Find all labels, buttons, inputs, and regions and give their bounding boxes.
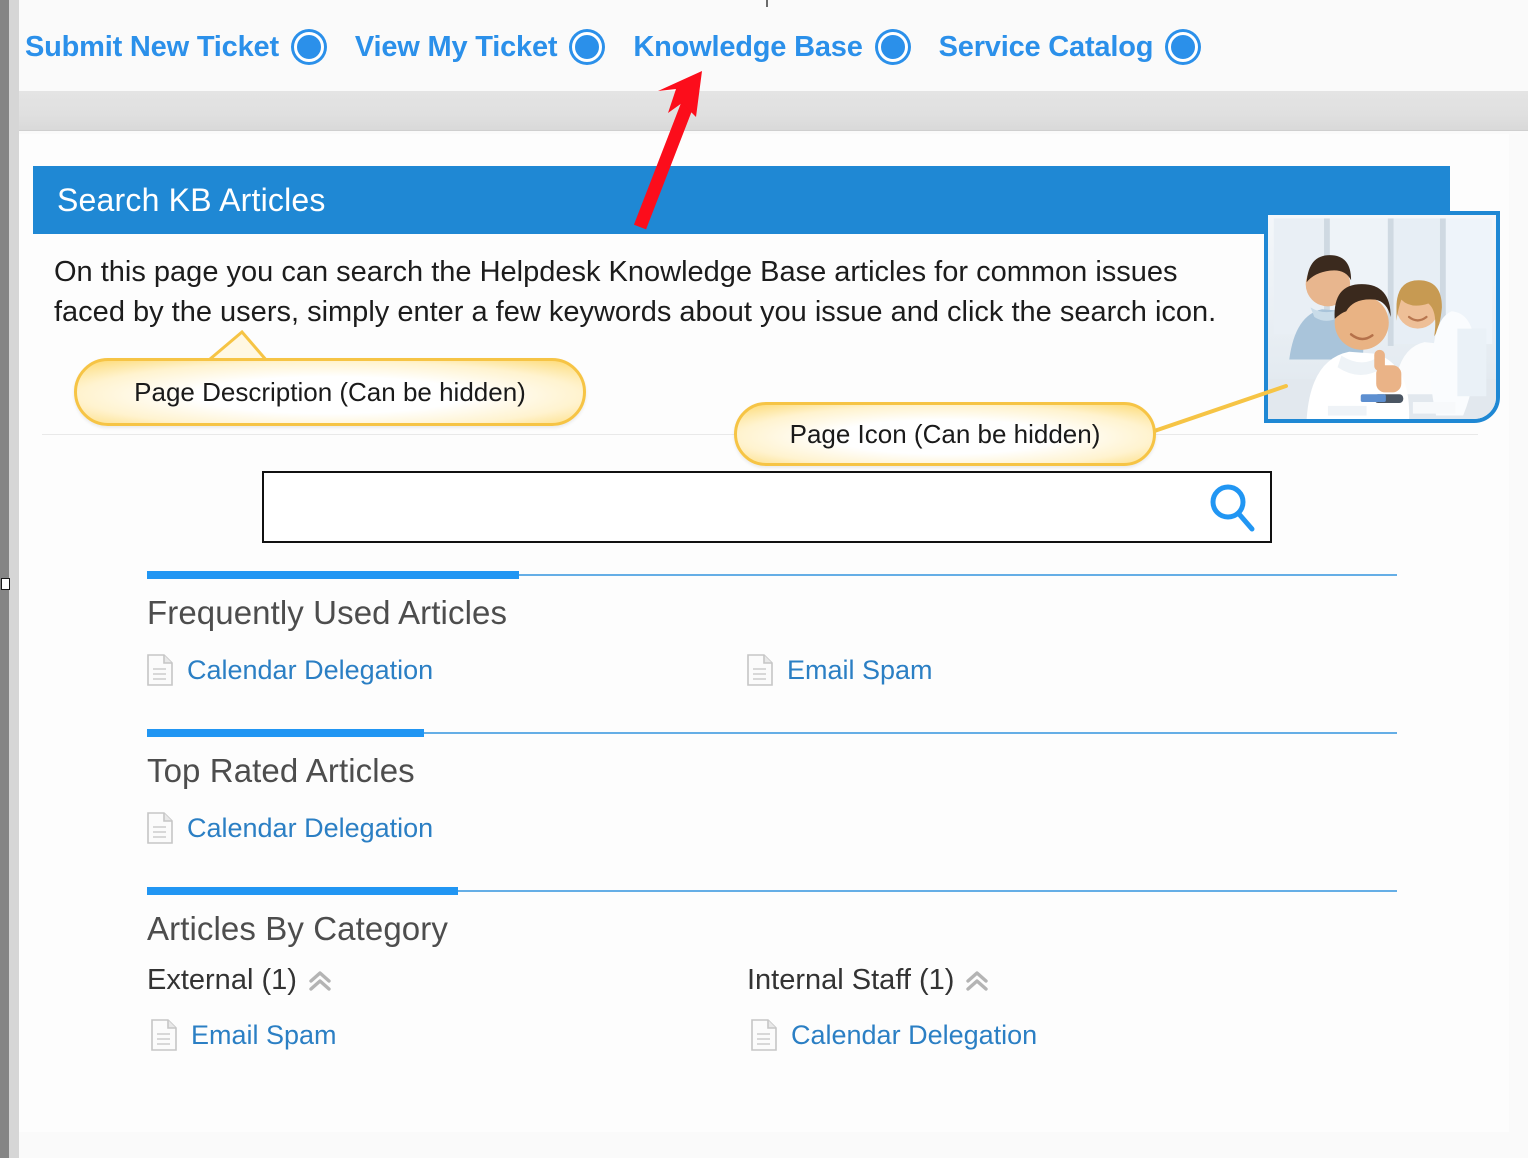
document-icon <box>151 1019 177 1051</box>
callout-text: Page Icon (Can be hidden) <box>789 418 1101 449</box>
article-name: Calendar Delegation <box>187 812 434 843</box>
article-name: Calendar Delegation <box>187 654 434 685</box>
article-column: Calendar Delegation <box>147 654 747 686</box>
category-article-list: Calendar Delegation <box>751 1019 1347 1051</box>
callout-page-description: Page Description (Can be hidden) <box>74 358 586 426</box>
circle-arrow-right-icon <box>873 27 913 67</box>
article-name: Email Spam <box>787 654 933 685</box>
circle-arrow-right-icon <box>567 27 607 67</box>
nav-item-label: View My Ticket <box>354 30 558 63</box>
category-label: External (1) <box>147 964 297 996</box>
search-icon <box>1202 484 1262 540</box>
document-icon <box>147 812 173 844</box>
section-title: Articles By Category <box>147 910 448 947</box>
article-column: Email Spam <box>747 654 1347 686</box>
article-name: Email Spam <box>191 1019 337 1050</box>
category-header[interactable]: External (1) <box>147 964 747 997</box>
document-icon <box>747 654 773 686</box>
document-icon <box>147 654 173 686</box>
chevron-double-up-icon[interactable] <box>307 969 333 993</box>
section-top-rated-articles: Top Rated Articles Calendar Delegation <box>91 729 1397 844</box>
page-title-bar: Search KB Articles <box>33 166 1450 234</box>
category-label: Internal Staff (1) <box>747 964 955 996</box>
document-icon <box>751 1019 777 1051</box>
page-icon-photo <box>1264 211 1500 423</box>
article-link[interactable]: Email Spam <box>747 654 1347 686</box>
article-list: Calendar Delegation Email Spam <box>147 654 1381 686</box>
article-link[interactable]: Email Spam <box>151 1019 747 1051</box>
nav-item-label: Submit New Ticket <box>25 30 279 63</box>
window-left-inner-strip <box>9 0 19 1158</box>
section-rule <box>147 729 1397 737</box>
page-title: Search KB Articles <box>57 181 326 218</box>
article-link[interactable]: Calendar Delegation <box>751 1019 1347 1051</box>
search-input[interactable] <box>264 473 1194 541</box>
category-internal-staff: Internal Staff (1) Calendar Delegation <box>747 964 1347 1051</box>
search-box <box>262 471 1272 543</box>
nav-separator-band <box>9 91 1528 131</box>
pointer-arrow-annotation <box>633 71 702 230</box>
window-top-tick <box>766 0 768 7</box>
circle-arrow-right-icon <box>1163 27 1203 67</box>
app-root: Submit New Ticket View My Ticket Knowled… <box>0 0 1528 1158</box>
section-frequently-used-articles: Frequently Used Articles Calendar Delega… <box>91 571 1397 686</box>
top-navigation: Submit New Ticket View My Ticket Knowled… <box>9 3 1528 91</box>
article-column: Calendar Delegation <box>147 812 747 844</box>
section-title: Top Rated Articles <box>147 752 415 789</box>
section-title: Frequently Used Articles <box>147 594 508 631</box>
photo-illustration <box>1268 215 1496 419</box>
circle-arrow-right-icon <box>289 27 329 67</box>
callout-text: Page Description (Can be hidden) <box>134 376 526 407</box>
article-link[interactable]: Calendar Delegation <box>147 812 747 844</box>
scrollbar-handle[interactable] <box>1 578 10 590</box>
callout-page-icon: Page Icon (Can be hidden) <box>734 402 1156 466</box>
category-article-list: Email Spam <box>151 1019 747 1051</box>
nav-item-submit-new-ticket[interactable]: Submit New Ticket <box>25 27 329 67</box>
nav-item-view-my-ticket[interactable]: View My Ticket <box>355 27 607 67</box>
page-description: On this page you can search the Helpdesk… <box>54 256 1217 329</box>
nav-item-service-catalog[interactable]: Service Catalog <box>939 27 1204 67</box>
article-list: Calendar Delegation <box>147 812 1381 844</box>
section-articles-by-category: Articles By Category External (1) Email … <box>91 887 1397 1051</box>
chevron-double-up-icon[interactable] <box>964 969 990 993</box>
section-rule <box>147 571 1397 579</box>
article-link[interactable]: Calendar Delegation <box>147 654 747 686</box>
nav-item-label: Service Catalog <box>938 30 1154 63</box>
search-button[interactable] <box>1202 479 1262 537</box>
category-list: External (1) Email Spam Internal Staff (… <box>147 964 1381 1051</box>
section-rule <box>147 887 1397 895</box>
category-external: External (1) Email Spam <box>147 964 747 1051</box>
category-header[interactable]: Internal Staff (1) <box>747 964 1347 997</box>
article-name: Calendar Delegation <box>791 1019 1038 1050</box>
